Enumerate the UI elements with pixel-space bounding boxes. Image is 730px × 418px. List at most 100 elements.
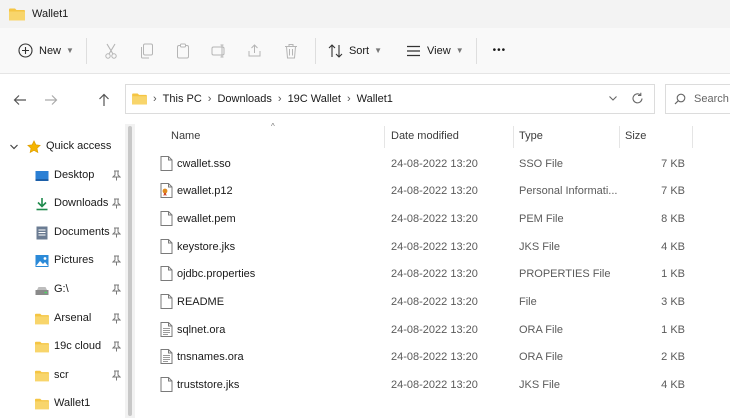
column-header-date-modified[interactable]: Date modified xyxy=(391,124,459,148)
file-size: 1 KB xyxy=(661,268,685,280)
column-divider[interactable] xyxy=(513,126,514,148)
sidebar-item-19c-cloud[interactable]: 19c cloud xyxy=(0,335,125,359)
quick-access-label: Quick access xyxy=(46,140,112,152)
table-row[interactable]: keystore.jks 24-08-2022 13:20 JKS File 4… xyxy=(140,233,730,260)
file-name: ewallet.p12 xyxy=(177,185,233,197)
file-size: 2 KB xyxy=(661,351,685,363)
arrow-up-icon xyxy=(99,93,109,106)
file-type: File xyxy=(519,296,537,308)
list-view-icon xyxy=(407,45,421,56)
rename-button[interactable] xyxy=(201,36,237,66)
sidebar-item-arsenal[interactable]: Arsenal xyxy=(0,307,125,331)
file-type: PEM File xyxy=(519,213,564,225)
file-size: 1 KB xyxy=(661,324,685,336)
pin-icon xyxy=(111,313,122,327)
file-name: ewallet.pem xyxy=(177,213,236,225)
breadcrumb-wallet1[interactable]: Wallet1 xyxy=(357,93,393,105)
more-options-button[interactable]: ••• xyxy=(487,36,513,66)
column-divider[interactable] xyxy=(692,126,693,148)
file-name: keystore.jks xyxy=(177,241,236,253)
arrow-left-icon xyxy=(13,95,26,105)
file-name: truststore.jks xyxy=(177,379,240,391)
address-history-button[interactable] xyxy=(608,93,618,106)
copy-button[interactable] xyxy=(129,36,165,66)
table-row[interactable]: ojdbc.properties 24-08-2022 13:20 PROPER… xyxy=(140,260,730,287)
cut-button[interactable] xyxy=(93,36,129,66)
sidebar-item-label: Arsenal xyxy=(54,312,92,324)
sidebar-item-label: Wallet1 xyxy=(54,397,91,409)
table-row[interactable]: sqlnet.ora 24-08-2022 13:20 ORA File 1 K… xyxy=(140,316,730,343)
folder-icon xyxy=(35,313,49,325)
file-date: 24-08-2022 13:20 xyxy=(391,268,478,280)
table-row[interactable]: README 24-08-2022 13:20 File 3 KB xyxy=(140,288,730,315)
new-button-label: New xyxy=(39,44,62,57)
view-button[interactable]: View ▼ xyxy=(400,36,470,66)
sidebar-item-label: Downloads xyxy=(54,197,109,209)
pin-icon xyxy=(111,284,122,298)
column-header-size[interactable]: Size xyxy=(625,124,646,148)
sidebar-item-pictures[interactable]: Pictures xyxy=(0,249,125,273)
table-row[interactable]: cwallet.sso 24-08-2022 13:20 SSO File 7 … xyxy=(140,150,730,177)
file-size: 7 KB xyxy=(661,185,685,197)
sidebar-item-label: scr xyxy=(54,369,69,381)
sidebar-item-label: Desktop xyxy=(54,169,95,181)
forward-button[interactable] xyxy=(43,92,59,108)
table-row[interactable]: tnsnames.ora 24-08-2022 13:20 ORA File 2… xyxy=(140,343,730,370)
sidebar-item-desktop[interactable]: Desktop xyxy=(0,164,125,188)
file-icon xyxy=(160,294,173,309)
scrollbar-thumb[interactable] xyxy=(128,126,132,416)
file-name: ojdbc.properties xyxy=(177,268,256,280)
sidebar-item-quick-access[interactable]: Quick access xyxy=(0,135,125,159)
pin-icon xyxy=(111,227,122,241)
sidebar-item-label: Pictures xyxy=(54,254,94,266)
window-title: Wallet1 xyxy=(32,8,69,20)
sidebar-scrollbar[interactable] xyxy=(125,124,135,418)
file-size: 8 KB xyxy=(661,213,685,225)
new-button[interactable]: New ▼ xyxy=(12,36,80,66)
download-icon xyxy=(36,198,48,211)
table-row[interactable]: ewallet.p12 24-08-2022 13:20 Personal In… xyxy=(140,177,730,204)
copy-icon xyxy=(140,43,153,58)
chevron-down-icon: ▼ xyxy=(374,46,383,55)
share-button[interactable] xyxy=(237,36,273,66)
sidebar-item-downloads[interactable]: Downloads xyxy=(0,192,125,216)
view-button-label: View xyxy=(427,44,451,57)
column-divider[interactable] xyxy=(619,126,620,148)
breadcrumb-19c-wallet[interactable]: 19C Wallet xyxy=(288,93,341,105)
back-button[interactable] xyxy=(12,92,28,108)
navigation-row: › This PC › Downloads › 19C Wallet › Wal… xyxy=(0,74,730,124)
file-size: 3 KB xyxy=(661,296,685,308)
separator xyxy=(85,37,87,64)
file-type: JKS File xyxy=(519,379,560,391)
up-button[interactable] xyxy=(96,92,112,108)
title-bar: Wallet1 xyxy=(0,0,730,28)
breadcrumb-downloads[interactable]: Downloads xyxy=(217,93,271,105)
folder-icon xyxy=(35,341,49,353)
delete-button[interactable] xyxy=(273,36,309,66)
sidebar-item-wallet1[interactable]: Wallet1 xyxy=(0,392,125,416)
chevron-down-icon: ▼ xyxy=(66,46,74,55)
sidebar-item-g-drive[interactable]: G:\ xyxy=(0,278,125,302)
paste-button[interactable] xyxy=(165,36,201,66)
table-row[interactable]: truststore.jks 24-08-2022 13:20 JKS File… xyxy=(140,371,730,398)
file-type: Personal Informati... xyxy=(519,185,618,197)
file-type: SSO File xyxy=(519,158,564,170)
column-header-name[interactable]: Name xyxy=(171,124,200,148)
address-bar[interactable]: › This PC › Downloads › 19C Wallet › Wal… xyxy=(125,84,655,114)
search-input[interactable]: Search xyxy=(665,84,730,114)
sort-button[interactable]: Sort ▼ xyxy=(322,36,388,66)
file-name: tnsnames.ora xyxy=(177,351,244,363)
refresh-button[interactable] xyxy=(631,92,644,108)
breadcrumb-this-pc[interactable]: This PC xyxy=(163,93,202,105)
file-date: 24-08-2022 13:20 xyxy=(391,379,478,391)
star-icon xyxy=(27,140,41,154)
column-header-type[interactable]: Type xyxy=(519,124,543,148)
file-icon xyxy=(160,211,173,226)
sidebar-item-scr[interactable]: scr xyxy=(0,364,125,388)
pictures-icon xyxy=(35,255,49,267)
sidebar-item-documents[interactable]: Documents xyxy=(0,221,125,245)
table-row[interactable]: ewallet.pem 24-08-2022 13:20 PEM File 8 … xyxy=(140,205,730,232)
sidebar-item-label: Documents xyxy=(54,226,110,238)
column-divider[interactable] xyxy=(384,126,385,148)
pin-icon xyxy=(111,170,122,184)
